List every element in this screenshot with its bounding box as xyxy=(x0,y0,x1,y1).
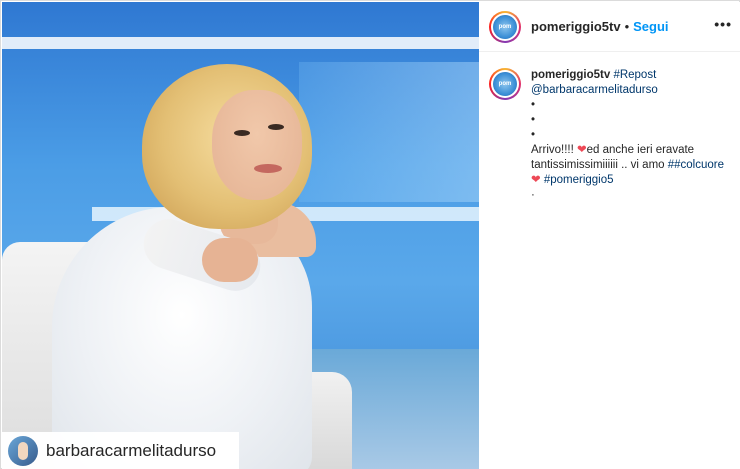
tagged-username: barbaracarmelitadurso xyxy=(46,440,217,460)
caption-text: pomeriggio5tv #Repost @barbaracarmelitad… xyxy=(531,68,727,203)
post-header: pom pomeriggio5tv • Segui ••• xyxy=(479,2,740,52)
caption-bullet-2: • xyxy=(531,114,536,126)
pointing-hand xyxy=(202,238,258,282)
hashtag-repost-link[interactable]: #Repost xyxy=(613,69,656,81)
caption-username-link[interactable]: pomeriggio5tv xyxy=(531,69,610,81)
studio-screen xyxy=(299,62,479,202)
header-username-link[interactable]: pomeriggio5tv xyxy=(531,19,621,34)
photo-user-tag[interactable]: barbaracarmelitadurso xyxy=(2,432,239,469)
post-caption: pom pomeriggio5tv #Repost @barbaracarmel… xyxy=(489,68,734,203)
hashtag-colcuore-link[interactable]: ##colcuore xyxy=(668,159,724,171)
light-stripe-top xyxy=(2,37,479,49)
avatar-logo: pom xyxy=(493,14,517,39)
caption-trailing-dot: · xyxy=(531,189,535,201)
face xyxy=(212,90,302,200)
header-separator: • xyxy=(624,19,630,34)
caption-avatar[interactable]: pom xyxy=(489,68,521,100)
hashtag-pomeriggio5-link[interactable]: #pomeriggio5 xyxy=(541,174,614,186)
lips xyxy=(254,164,282,173)
mention-link[interactable]: @barbaracarmelitadurso xyxy=(531,83,727,98)
caption-bullet-1: • xyxy=(531,99,536,111)
post-photo[interactable]: barbaracarmelitadurso xyxy=(2,2,479,469)
tagged-user-avatar xyxy=(8,435,38,466)
follow-button[interactable]: Segui xyxy=(633,19,668,34)
profile-avatar[interactable]: pom xyxy=(489,10,521,43)
heart-emoji-icon: ❤ xyxy=(577,144,587,156)
caption-text-arrivo: Arrivo!!!! xyxy=(531,144,578,156)
left-eye xyxy=(234,130,250,136)
caption-bullet-3: • xyxy=(531,129,536,141)
instagram-post-frame: barbaracarmelitadurso pom pomeriggio5tv … xyxy=(0,0,740,469)
heart-emoji-icon-2: ❤ xyxy=(531,174,541,186)
more-options-icon[interactable]: ••• xyxy=(714,16,732,32)
right-eye xyxy=(268,124,284,130)
caption-avatar-logo: pom xyxy=(493,72,517,96)
post-sidebar: pom pomeriggio5tv • Segui ••• pom pomeri… xyxy=(479,2,740,469)
